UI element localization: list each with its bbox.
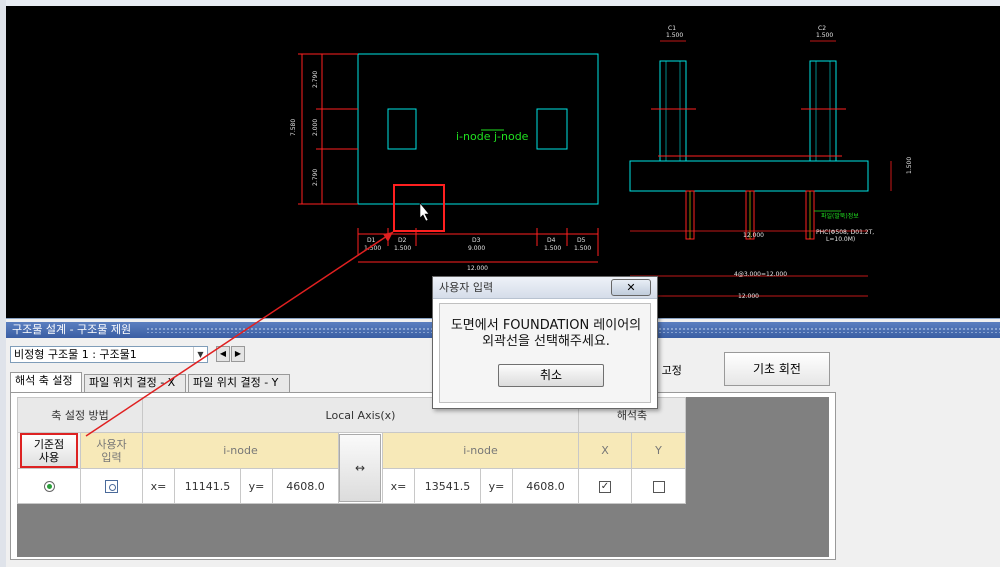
chevron-down-icon[interactable]: ▼ [193,347,207,362]
axis-table: 축 설정 방법 Local Axis(x) 해석축 기준점 사용 사용자 입력 i-… [17,397,686,504]
axis-x-cell: ✓ [578,468,632,504]
dim-label-d5: D5 [577,237,586,244]
dialog-message-line2: 외곽선을 선택해주세요. [482,334,610,349]
tab-axis-setting[interactable]: 해석 축 설정 [10,372,82,392]
swap-nodes-button[interactable]: ↔ [339,434,381,502]
reference-point-radio[interactable] [43,481,55,492]
c2-label: C2 [818,25,826,32]
bottom-total: 12.000 [738,293,759,300]
node-label: i-node j-node [456,130,529,143]
pile-note-1: 파일(말뚝)정보 [821,212,859,220]
prev-structure-button[interactable]: ◀ [216,346,230,362]
dim-label-d2: D2 [398,237,407,244]
next-structure-button[interactable]: ▶ [231,346,245,362]
user-input-dialog: 사용자 입력 ✕ 도면에서 FOUNDATION 레이어의 외곽선을 선택해주세… [432,276,658,409]
dim-left-1: 2.790 [312,71,319,88]
swap-cell: ↔ [338,432,383,504]
dim-total-l: 12.000 [467,265,488,272]
user-radio-cell [80,468,143,504]
cad-drawing: i-node j-node D1 1.500 D2 1.500 D3 9.000… [290,25,913,300]
tab-pile-y[interactable]: 파일 위치 결정 - Y [188,374,290,392]
dim-left-total: 7.580 [290,119,297,136]
dialog-content: 도면에서 FOUNDATION 레이어의 외곽선을 선택해주세요. 취소 [439,303,651,403]
dim-value-d4: 1.500 [544,245,561,252]
pile-spacing: 4@3.000=12.000 [734,271,787,278]
std-point-cell: 기준점 사용 [17,432,81,469]
tab-pile-x[interactable]: 파일 위치 결정 - X [84,374,186,392]
mid-spacing: 12.000 [743,232,764,239]
cad-drawing-canvas[interactable]: i-node j-node D1 1.500 D2 1.500 D3 9.000… [6,6,1000,318]
dialog-message-line1: 도면에서 FOUNDATION 레이어의 [450,318,642,333]
pile-note-3: L=10.0M) [826,236,855,243]
elevation-view [629,40,892,297]
user-input-cell: 사용자 입력 [80,432,143,469]
i-y-value[interactable]: 4608.0 [272,468,339,504]
axis-y-cell [631,468,686,504]
j-y-label: y= [480,468,513,504]
c2-value: 1.500 [816,32,833,39]
structure-select-value: 비정형 구조물 1 : 구조물1 [14,348,137,361]
c1-value: 1.500 [666,32,683,39]
std-radio-cell [17,468,81,504]
foundation-rotate-button[interactable]: 기초 회전 [724,352,830,386]
j-node-header: i-node [382,432,579,469]
j-x-value[interactable]: 13541.5 [414,468,481,504]
dim-value-d1: 1.500 [364,245,381,252]
i-x-value[interactable]: 11141.5 [174,468,241,504]
structure-select[interactable]: 비정형 구조물 1 : 구조물1 ▼ [10,346,208,363]
cancel-button[interactable]: 취소 [498,364,604,387]
dim-value-d2: 1.500 [394,245,411,252]
j-x-label: x= [382,468,415,504]
user-input-radio[interactable] [105,479,118,493]
axis-y-header: Y [631,432,686,469]
axis-x-header: X [578,432,632,469]
axis-x-checkbox[interactable]: ✓ [599,480,611,493]
i-y-label: y= [240,468,273,504]
dim-value-d3: 9.000 [468,245,485,252]
dialog-message: 도면에서 FOUNDATION 레이어의 외곽선을 선택해주세요. [440,318,652,350]
dim-label-d3: D3 [472,237,481,244]
axis-setting-body: 축 설정 방법 Local Axis(x) 해석축 기준점 사용 사용자 입력 i-… [10,392,836,560]
footing-outline [357,53,599,205]
panel-title-text: 구조물 설계 - 구조물 제원 [12,323,132,336]
j-y-value[interactable]: 4608.0 [512,468,579,504]
dim-label-d4: D4 [547,237,556,244]
dim-label-d1: D1 [367,237,376,244]
pile-note-2: PHC(Φ508, D01.2T, [816,229,874,236]
axis-grid: 축 설정 방법 Local Axis(x) 해석축 기준점 사용 사용자 입력 i-… [17,397,829,557]
c1-label: C1 [668,25,676,32]
dim-value-d5: 1.500 [574,245,591,252]
close-icon[interactable]: ✕ [611,279,651,296]
header-method: 축 설정 방법 [17,397,143,433]
axis-y-checkbox[interactable] [652,480,665,493]
selection-box [393,184,445,232]
column-j [536,108,568,150]
h-value: 1.500 [906,157,913,174]
use-reference-point-button[interactable]: 기준점 사용 [20,433,78,468]
column-i [387,108,417,150]
i-x-label: x= [142,468,175,504]
dim-left-3: 2.790 [312,169,319,186]
dim-left-2: 2.000 [312,119,319,136]
mouse-cursor-icon [419,202,430,222]
i-node-header: i-node [142,432,339,469]
plan-dimensions [298,53,599,263]
